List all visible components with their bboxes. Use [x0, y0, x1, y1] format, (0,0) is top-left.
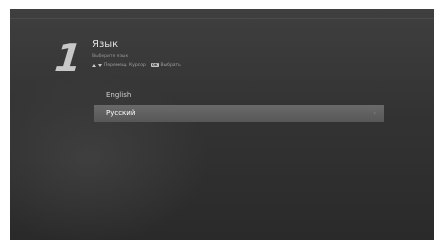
step-number: 1: [52, 36, 84, 80]
language-item-russian[interactable]: Русский ›: [94, 105, 384, 122]
language-item-english[interactable]: English: [94, 87, 384, 104]
top-divider: [10, 18, 434, 19]
ok-key-icon: OK: [150, 63, 159, 67]
page-title: Язык: [92, 39, 119, 50]
hint-select-label: Выбрать: [160, 62, 181, 68]
hint-move-label: Перемещ. Курсор: [104, 62, 146, 68]
navigation-hint: Перемещ. Курсор OK Выбрать: [92, 61, 181, 69]
arrow-up-icon: [92, 63, 96, 67]
language-list: English Русский ›: [94, 87, 384, 123]
language-label: Русский: [106, 109, 136, 117]
arrow-down-icon: [98, 63, 102, 67]
page-subtitle: Выберите язык: [92, 54, 129, 59]
setup-screen: 1 Язык Выберите язык Перемещ. Курсор OK …: [10, 9, 434, 240]
chevron-right-icon: ›: [373, 110, 376, 117]
language-label: English: [106, 91, 132, 99]
